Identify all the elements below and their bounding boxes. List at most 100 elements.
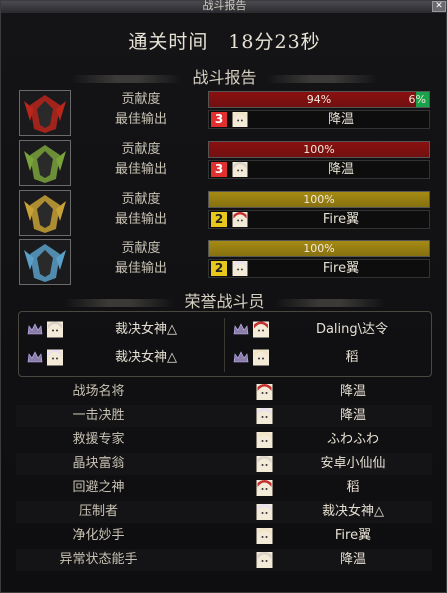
contribution-label: 贡献度 [121, 92, 161, 107]
avatar-icon [256, 432, 273, 448]
best-player-name: 降温 [327, 112, 354, 127]
crown-icon [233, 351, 249, 364]
avatar-icon [256, 528, 273, 544]
divider [274, 298, 385, 307]
close-icon[interactable]: ✕ [432, 1, 446, 12]
award-title: 救援专家 [72, 432, 125, 447]
contribution-value: 94% [306, 93, 332, 106]
boss-entry: 贡献度 100% 最佳输出 3 降温 [19, 140, 430, 186]
award-player: 降温 [339, 552, 366, 567]
award-player: Fire翼 [334, 528, 372, 543]
contribution-bar: 100% [208, 141, 430, 158]
award-title: 晶块富翁 [72, 456, 125, 471]
best-output-label: 最佳输出 [114, 212, 167, 227]
best-output-row: 最佳输出 2 Fire翼 [75, 259, 430, 278]
contribution-row: 贡献度 100% [75, 140, 430, 159]
honor-member-name: 裁决女神△ [115, 322, 177, 337]
best-output-row: 最佳输出 2 Fire翼 [75, 210, 430, 229]
boss-portrait-icon [19, 239, 71, 285]
avatar-icon [256, 456, 273, 472]
best-output-label: 最佳输出 [114, 261, 167, 276]
avatar-icon [232, 162, 248, 177]
contribution-label: 贡献度 [121, 241, 161, 256]
honor-member[interactable]: 裁决女神△ [19, 318, 225, 342]
award-row[interactable]: 战场名将 降温 [16, 381, 432, 403]
best-player-name: 降温 [327, 162, 354, 177]
title-bar[interactable]: 战斗报告 ✕ [1, 0, 447, 13]
clear-time: 通关时间 18分23秒 [128, 31, 321, 53]
best-output-cell[interactable]: 2 Fire翼 [208, 210, 430, 229]
contribution-row: 贡献度 100% [75, 239, 430, 258]
best-output-label: 最佳输出 [114, 112, 167, 127]
divider [266, 74, 377, 83]
contribution-value: 100% [303, 242, 335, 255]
award-row[interactable]: 一击决胜 降温 [16, 405, 432, 427]
avatar-icon [47, 321, 63, 338]
contribution-value: 100% [303, 143, 335, 156]
award-row[interactable]: 救援专家 ふわふわ [16, 429, 432, 451]
best-output-cell[interactable]: 3 降温 [208, 160, 430, 179]
best-output-cell[interactable]: 2 Fire翼 [208, 259, 430, 278]
award-title: 战场名将 [72, 384, 125, 399]
battle-report-heading: 战斗报告 [13, 64, 436, 88]
honor-member-name: 稻 [345, 350, 359, 365]
award-player: 安卓小仙仙 [320, 456, 386, 471]
best-output-row: 最佳输出 3 降温 [75, 110, 430, 129]
award-player: 稻 [346, 480, 360, 495]
avatar-icon [256, 552, 273, 568]
honor-heading: 荣誉战斗员 [13, 288, 436, 312]
boss-portrait-icon [19, 140, 71, 186]
boss-portrait-icon [19, 90, 71, 136]
award-row[interactable]: 异常状态能手 降温 [16, 549, 432, 571]
rank-badge: 3 [211, 162, 227, 177]
best-output-row: 最佳输出 3 降温 [75, 160, 430, 179]
contribution-label: 贡献度 [121, 142, 161, 157]
crown-icon [27, 323, 43, 336]
award-title: 异常状态能手 [59, 552, 138, 567]
honor-member[interactable]: 裁决女神△ [19, 346, 225, 370]
avatar-icon [232, 261, 248, 276]
honor-member-name: 裁决女神△ [115, 350, 177, 365]
award-title: 压制者 [78, 504, 118, 519]
avatar-icon [256, 408, 273, 424]
award-title: 一击决胜 [72, 408, 125, 423]
boss-portrait-icon [19, 190, 71, 236]
battle-report-window: 战斗报告 ✕ 通关时间 18分23秒 战斗报告 贡献度 6% 94% 最佳输出 3 降温贡… [0, 0, 447, 593]
avatar-icon [253, 349, 269, 366]
award-title: 回避之神 [72, 480, 125, 495]
avatar-icon [256, 480, 273, 496]
crown-icon [27, 351, 43, 364]
award-player: 降温 [339, 408, 366, 423]
divider [72, 74, 183, 83]
rank-badge: 2 [211, 261, 227, 276]
honor-member[interactable]: 稻 [225, 346, 431, 370]
boss-entry: 贡献度 100% 最佳输出 2 Fire翼 [19, 190, 430, 236]
award-row[interactable]: 晶块富翁 安卓小仙仙 [16, 453, 432, 475]
award-title: 净化妙手 [72, 528, 125, 543]
honor-members-panel: 裁决女神△ Daling\达令 裁决女神△ 稻 [18, 311, 432, 377]
award-player: 降温 [339, 384, 366, 399]
rank-badge: 3 [211, 112, 227, 127]
award-row[interactable]: 回避之神 稻 [16, 477, 432, 499]
rank-badge: 2 [211, 212, 227, 227]
crown-icon [233, 323, 249, 336]
contribution-value: 100% [303, 193, 335, 206]
avatar-icon [256, 504, 273, 520]
contribution-row: 贡献度 6% 94% [75, 90, 430, 109]
best-output-cell[interactable]: 3 降温 [208, 110, 430, 129]
contribution-row: 贡献度 100% [75, 190, 430, 209]
avatar-icon [256, 384, 273, 400]
best-player-name: Fire翼 [322, 261, 360, 276]
honor-member-name: Daling\达令 [315, 322, 389, 337]
contribution-bar: 100% [208, 240, 430, 257]
award-row[interactable]: 净化妙手 Fire翼 [16, 525, 432, 547]
award-row[interactable]: 压制者 裁决女神△ [16, 501, 432, 523]
contribution-bar: 100% [208, 191, 430, 208]
honor-member[interactable]: Daling\达令 [225, 318, 431, 342]
boss-entry: 贡献度 6% 94% 最佳输出 3 降温 [19, 90, 430, 136]
best-output-label: 最佳输出 [114, 162, 167, 177]
avatar-icon [47, 349, 63, 366]
award-player: 裁决女神△ [322, 504, 384, 519]
contribution-bar: 6% 94% [208, 91, 430, 108]
divider [64, 298, 175, 307]
